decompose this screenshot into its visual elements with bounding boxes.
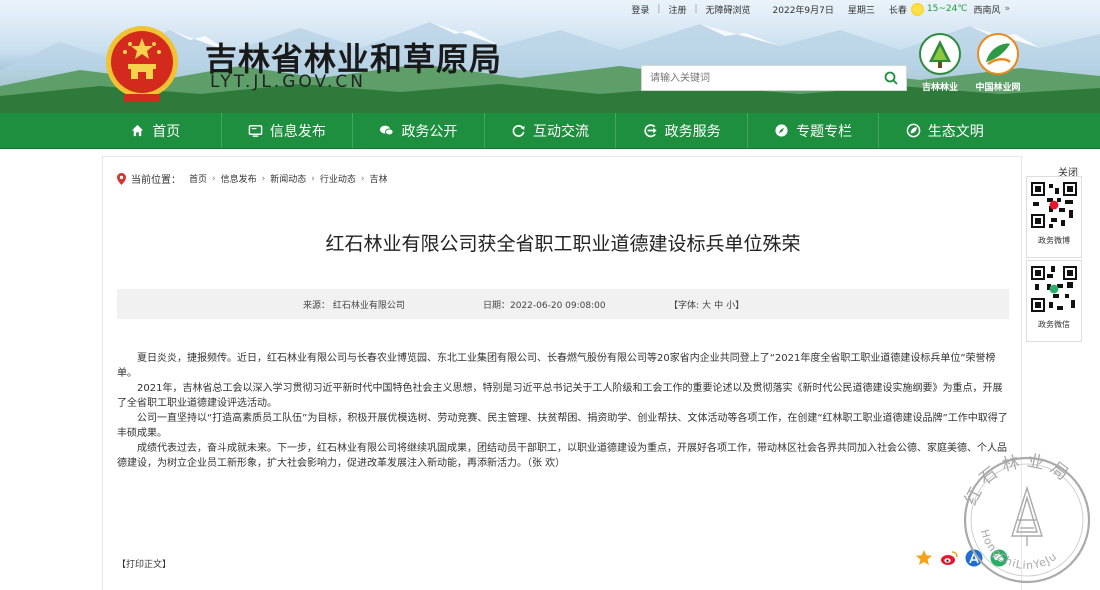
article-title: 红石林业有限公司获全省职工职业道德建设标兵单位殊荣 (325, 233, 801, 255)
breadcrumb-separator: › (212, 173, 216, 184)
article-paragraph: 公司一直坚持以“打造高素质员工队伍”为目标，积极开展优模选树、劳动竞赛、民主管理… (117, 413, 1008, 439)
jilin-forestry-logo[interactable]: 吉林林业 (912, 32, 968, 93)
search-button[interactable] (876, 66, 906, 90)
weekday: 星期三 (847, 5, 875, 16)
font-size-controls: 【字体: 大中小】 (669, 298, 747, 311)
nav-gov-affairs[interactable]: 政务公开 (353, 113, 485, 148)
weather-city: 长春 (888, 5, 907, 16)
site-domain: LYT.JL.GOV.CN (210, 72, 366, 92)
article-date: 日期：2022-06-20 09:08:00 (483, 300, 606, 311)
nav-label: 政务服务 (664, 123, 721, 140)
nav-info-release[interactable]: 信息发布 (222, 113, 354, 148)
article-meta-bar: 来源： 红石林业有限公司 日期：2022-06-20 09:08:00 【字体:… (117, 289, 1009, 319)
login-link[interactable]: 登录 (623, 3, 657, 16)
search-input[interactable] (642, 66, 876, 90)
star-icon (916, 550, 932, 565)
share-favorite[interactable] (915, 549, 933, 567)
weather-more-icon[interactable]: » (1004, 4, 1010, 14)
wechat-qr-caption: 政务微信 (1038, 320, 1070, 329)
qr-code-icon (1029, 180, 1079, 230)
main-navigation: 首页 信息发布 政务公开 互动交流 政务服务 专题专栏 生态文明 (0, 113, 1100, 149)
search-icon (884, 71, 898, 85)
nav-label: 互动交流 (533, 123, 590, 140)
location-pin-icon (117, 172, 126, 185)
sun-icon (910, 2, 924, 16)
qr-code-icon (1029, 264, 1079, 314)
china-forestry-logo[interactable]: 中国林业网 (970, 32, 1026, 93)
tree-icon (1011, 485, 1043, 546)
nav-label: 专题专栏 (796, 123, 853, 140)
top-utility-bar: 登录 | 注册 | 无障碍浏览 2022年9月7日 星期三 长春 15~24℃ … (623, 2, 1010, 16)
forestry-bureau-stamp: 红石林业局 HongShiLinYeJu (961, 451, 1091, 584)
nav-special-topics[interactable]: 专题专栏 (748, 113, 880, 148)
jilin-forestry-emblem-icon (919, 33, 961, 75)
header-banner: 登录 | 注册 | 无障碍浏览 2022年9月7日 星期三 长春 15~24℃ … (0, 0, 1100, 113)
breadcrumb-news[interactable]: 新闻动态 (270, 172, 306, 185)
weather-wind: 西南风 (973, 5, 1001, 16)
breadcrumb-separator: › (311, 173, 315, 184)
nav-label: 信息发布 (269, 123, 326, 140)
breadcrumb-industry[interactable]: 行业动态 (320, 172, 356, 185)
china-forestry-caption: 中国林业网 (975, 83, 1021, 93)
weather-temperature: 15~24℃ (926, 4, 968, 14)
current-date: 2022年9月7日 (772, 5, 834, 16)
weibo-qr-card[interactable]: 政务微博 (1026, 176, 1082, 258)
home-icon (132, 124, 144, 137)
article-paragraph: 成绩代表过去，奋斗成就未来。下一步，红石林业有限公司将继续巩固成果，团结动员干部… (117, 443, 1007, 469)
print-article-link[interactable]: 【打印正文】 (117, 557, 171, 570)
article-paragraph: 夏日炎炎，捷报频传。近日，红石林业有限公司与长春农业博览园、东北工业集团有限公司… (117, 353, 996, 379)
search-box (641, 65, 907, 91)
font-size-label: 【字体: (669, 300, 700, 311)
monitor-icon (248, 125, 263, 137)
article-container: 当前位置： 首页 › 信息发布 › 新闻动态 › 行业动态 › 吉林 红石林业有… (102, 156, 1022, 590)
stamp-bottom-text: HongShiLinYeJu (978, 528, 1060, 572)
nav-home[interactable]: 首页 (90, 113, 222, 148)
font-size-large[interactable]: 大 (702, 301, 711, 311)
leaf-icon (906, 123, 921, 138)
breadcrumb-label: 当前位置： (131, 175, 181, 186)
nav-label: 首页 (152, 123, 181, 140)
register-link[interactable]: 注册 (660, 3, 694, 16)
chat-icon (380, 125, 394, 136)
wechat-qr-card[interactable]: 政务微信 (1026, 260, 1082, 342)
weibo-qr-caption: 政务微博 (1038, 236, 1070, 245)
nav-eco-civilization[interactable]: 生态文明 (879, 113, 1010, 148)
nav-label: 政务公开 (401, 123, 458, 140)
breadcrumb-info-release[interactable]: 信息发布 (221, 172, 257, 185)
weibo-icon (941, 551, 958, 565)
article-source: 来源： 红石林业有限公司 (303, 300, 405, 311)
share-weibo[interactable] (940, 549, 958, 567)
font-size-medium[interactable]: 中 (714, 301, 723, 311)
article-paragraph: 2021年，吉林省总工会以深入学习贯彻习近平新时代中国特色社会主义思想，特别是习… (117, 383, 1003, 409)
jilin-forestry-caption: 吉林林业 (921, 83, 958, 93)
national-emblem-icon (106, 26, 178, 102)
accessibility-link[interactable]: 无障碍浏览 (698, 3, 759, 16)
font-size-small[interactable]: 小】 (726, 301, 744, 311)
arrow-circle-icon (643, 124, 657, 138)
compass-icon (775, 124, 788, 137)
breadcrumb: 当前位置： 首页 › 信息发布 › 新闻动态 › 行业动态 › 吉林 (117, 171, 388, 186)
nav-label: 生态文明 (927, 123, 984, 140)
refresh-icon (512, 124, 525, 137)
breadcrumb-home[interactable]: 首页 (189, 172, 207, 185)
breadcrumb-separator: › (261, 173, 266, 184)
breadcrumb-separator: › (360, 173, 365, 184)
article-body: 夏日炎炎，捷报频传。近日，红石林业有限公司与长春农业博览园、东北工业集团有限公司… (117, 351, 1009, 471)
nav-interaction[interactable]: 互动交流 (485, 113, 617, 148)
breadcrumb-jilin[interactable]: 吉林 (370, 172, 388, 185)
nav-gov-service[interactable]: 政务服务 (616, 113, 748, 148)
china-forestry-emblem-icon (977, 33, 1019, 75)
